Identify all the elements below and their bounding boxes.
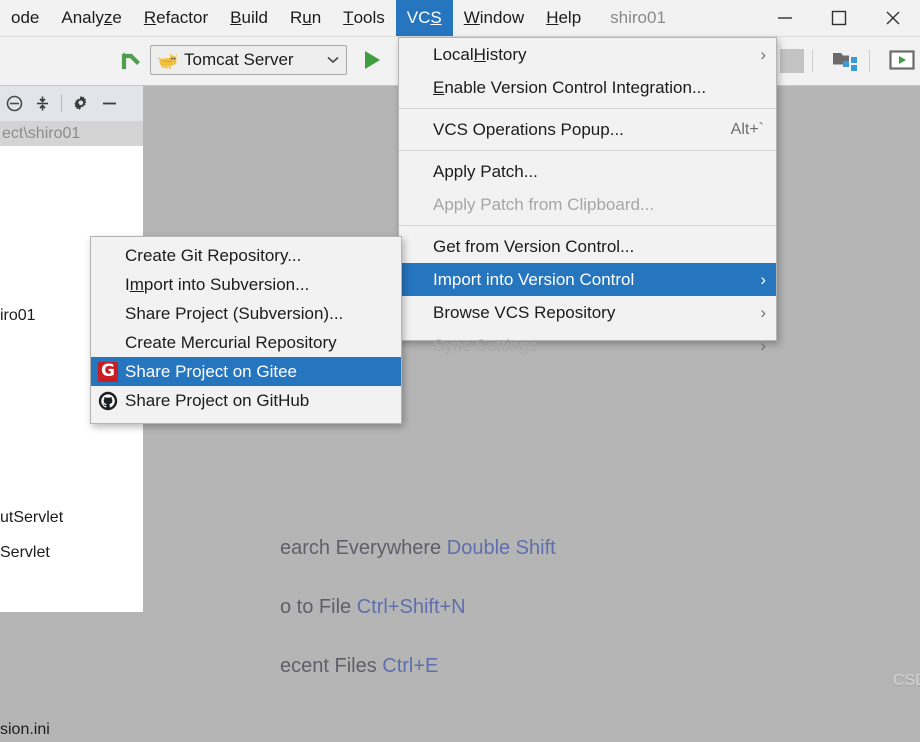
project-structure-icon[interactable]: [831, 48, 859, 74]
close-button[interactable]: [866, 0, 920, 36]
hint-shortcut: Double Shift: [446, 537, 556, 559]
toolbar-divider: [61, 94, 62, 112]
menu-item-apply-patch-from-clipboard: Apply Patch from Clipboard...: [433, 194, 655, 214]
hint-search-everywhere: earch Everywhere Double Shift: [280, 537, 556, 560]
hint-go-to-file: o to File Ctrl+Shift+N: [280, 596, 466, 619]
menu-item-sync-settings: Sync Settings ›: [433, 335, 766, 355]
tree-item[interactable]: sion.ini: [0, 718, 143, 742]
menu-item-browse-vcs-repository[interactable]: Browse VCS Repository ›: [399, 296, 776, 329]
menu-window[interactable]: Window: [453, 0, 535, 36]
maximize-button[interactable]: [812, 0, 866, 36]
breadcrumb-path: ect\shiro01: [2, 124, 81, 142]
menu-item-get-from-version-control[interactable]: Get from Version Control...: [399, 230, 776, 263]
run-configuration-selector[interactable]: Tomcat Server: [150, 45, 347, 75]
shortcut-label: Alt+`: [730, 120, 764, 138]
menu-code[interactable]: ode: [0, 0, 50, 36]
tomcat-cat-icon: [157, 51, 179, 69]
menu-item-enable-vcs-integration[interactable]: Enable Version Control Integration...: [399, 71, 776, 104]
collapse-all-icon[interactable]: [0, 85, 28, 121]
breadcrumb: ect\shiro01: [0, 121, 143, 146]
minimize-button[interactable]: [758, 0, 812, 36]
vcs-dropdown-menu[interactable]: Local History › Enable Version Control I…: [398, 37, 777, 355]
menu-vcs[interactable]: VC S: [395, 0, 453, 36]
expand-collapse-icon[interactable]: [28, 85, 56, 121]
menu-build[interactable]: Build: [219, 0, 279, 36]
stop-button[interactable]: [780, 49, 804, 73]
chevron-right-icon: ›: [760, 45, 766, 64]
submenu-item-share-project-subversion[interactable]: Share Project (Subversion)...: [91, 299, 401, 328]
submenu-item-share-project-on-gitee[interactable]: G Share Project on Gitee: [91, 357, 401, 386]
project-title: shiro01: [610, 8, 666, 27]
menu-bar: ode Analy z e Refactor Build Run Tools VC S…: [0, 0, 920, 37]
menu-item-apply-patch[interactable]: Apply Patch...: [399, 155, 776, 188]
chevron-right-icon: ›: [760, 303, 766, 322]
run-config-label: Tomcat Server: [184, 50, 294, 69]
menu-refactor[interactable]: Refactor: [133, 0, 219, 36]
window-controls: [758, 0, 920, 36]
menu-run[interactable]: Run: [279, 0, 332, 36]
menu-separator: [399, 225, 776, 226]
submenu-item-share-project-on-github[interactable]: Share Project on GitHub: [91, 386, 401, 415]
settings-gear-icon[interactable]: [67, 85, 95, 121]
chevron-down-icon[interactable]: [326, 51, 340, 69]
menu-item-local-history[interactable]: Local History ›: [399, 38, 776, 71]
chevron-right-icon: ›: [760, 336, 766, 355]
github-icon: [97, 390, 119, 412]
submenu-item-create-git-repository[interactable]: Create Git Repository...: [91, 241, 401, 270]
open-in-browser-icon[interactable]: [888, 48, 916, 72]
hint-text: earch Everywhere: [280, 537, 447, 559]
hint-shortcut: Ctrl+E: [382, 655, 439, 677]
make-project-icon[interactable]: [113, 42, 149, 78]
menu-tools[interactable]: Tools: [332, 0, 396, 36]
chevron-right-icon: ›: [760, 270, 766, 289]
menu-item-vcs-operations-popup[interactable]: VCS Operations Popup... Alt+`: [399, 113, 776, 146]
menu-analyze[interactable]: Analy z e: [50, 0, 133, 36]
submenu-item-create-mercurial-repository[interactable]: Create Mercurial Repository: [91, 328, 401, 357]
submenu-item-import-into-subversion[interactable]: Im port into Subversion...: [91, 270, 401, 299]
menu-separator: [399, 150, 776, 151]
gitee-icon: G: [97, 361, 119, 383]
tree-item[interactable]: Servlet: [0, 541, 143, 565]
hide-panel-icon[interactable]: [95, 85, 123, 121]
project-panel-header: [0, 85, 143, 121]
watermark: CSDN @夜雨微澜°: [893, 672, 920, 689]
toolbar-divider: [869, 50, 870, 72]
hint-text: ecent Files: [280, 655, 383, 677]
hint-text: o to File: [280, 596, 357, 618]
tree-item[interactable]: utServlet: [0, 506, 143, 530]
hint-shortcut: Ctrl+Shift+N: [356, 596, 466, 618]
menu-separator: [399, 108, 776, 109]
run-button[interactable]: [357, 45, 387, 75]
menu-item-import-into-version-control[interactable]: Import into Version Control ›: [399, 263, 776, 296]
hint-recent-files: ecent Files Ctrl+E: [280, 655, 438, 678]
menu-help[interactable]: Help: [535, 0, 592, 36]
toolbar-divider: [812, 50, 813, 72]
import-into-version-control-submenu[interactable]: Create Git Repository... Im port into Sub…: [90, 236, 402, 424]
